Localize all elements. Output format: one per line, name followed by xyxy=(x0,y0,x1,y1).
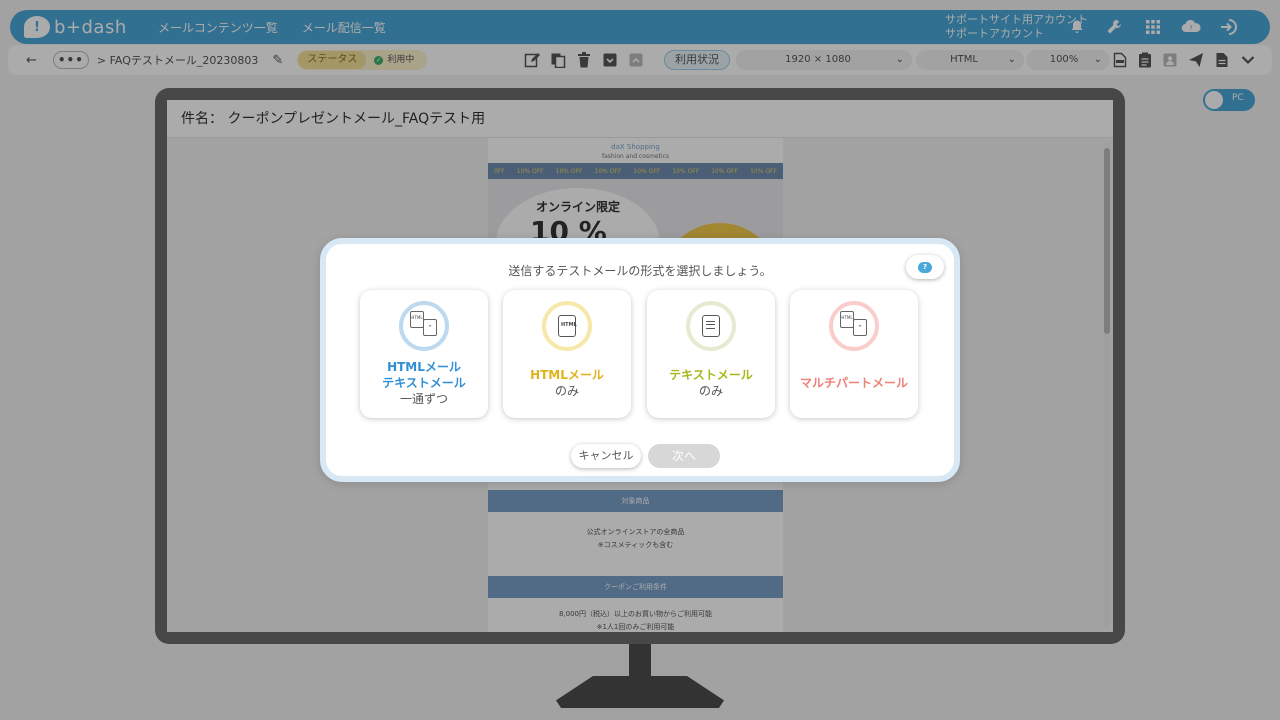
option-subtitle: のみ xyxy=(554,384,579,398)
option-title: マルチパートメール xyxy=(799,376,908,390)
html-doc-icon: HTML xyxy=(840,311,854,328)
option-title: HTMLメール xyxy=(387,360,461,374)
option-text-only[interactable]: テキストメール のみ xyxy=(647,290,775,418)
option-html-only[interactable]: HTML HTMLメール のみ xyxy=(503,290,631,418)
html-doc-icon: HTML xyxy=(410,311,424,328)
test-mail-format-dialog: 送信するテストメールの形式を選択しましょう。 ? HTML ≡ HTMLメール … xyxy=(320,238,960,482)
option-subtitle: のみ xyxy=(698,384,723,398)
text-file-icon xyxy=(686,301,736,351)
text-doc-icon xyxy=(702,315,720,337)
dialog-title: 送信するテストメールの形式を選択しましょう。 xyxy=(508,264,772,278)
text-doc-icon: ≡ xyxy=(853,319,867,336)
help-cloud-icon: ? xyxy=(918,261,932,273)
option-title: HTMLメール xyxy=(530,368,604,382)
option-html-and-text[interactable]: HTML ≡ HTMLメール テキストメール 一通ずつ xyxy=(360,290,488,418)
option-title-2: テキストメール xyxy=(382,376,466,390)
text-doc-icon: ≡ xyxy=(423,319,437,336)
html-and-text-icon: HTML ≡ xyxy=(399,301,449,351)
option-subtitle: 一通ずつ xyxy=(399,392,448,406)
cancel-button[interactable]: キャンセル xyxy=(571,444,641,468)
html-doc-icon: HTML xyxy=(558,315,577,337)
option-title: テキストメール xyxy=(669,368,753,382)
option-multipart[interactable]: HTML ≡ マルチパートメール xyxy=(790,290,918,418)
next-button[interactable]: 次へ xyxy=(648,444,720,468)
html-file-icon: HTML xyxy=(542,301,592,351)
multipart-icon: HTML ≡ xyxy=(829,301,879,351)
help-button[interactable]: ? xyxy=(906,255,944,279)
